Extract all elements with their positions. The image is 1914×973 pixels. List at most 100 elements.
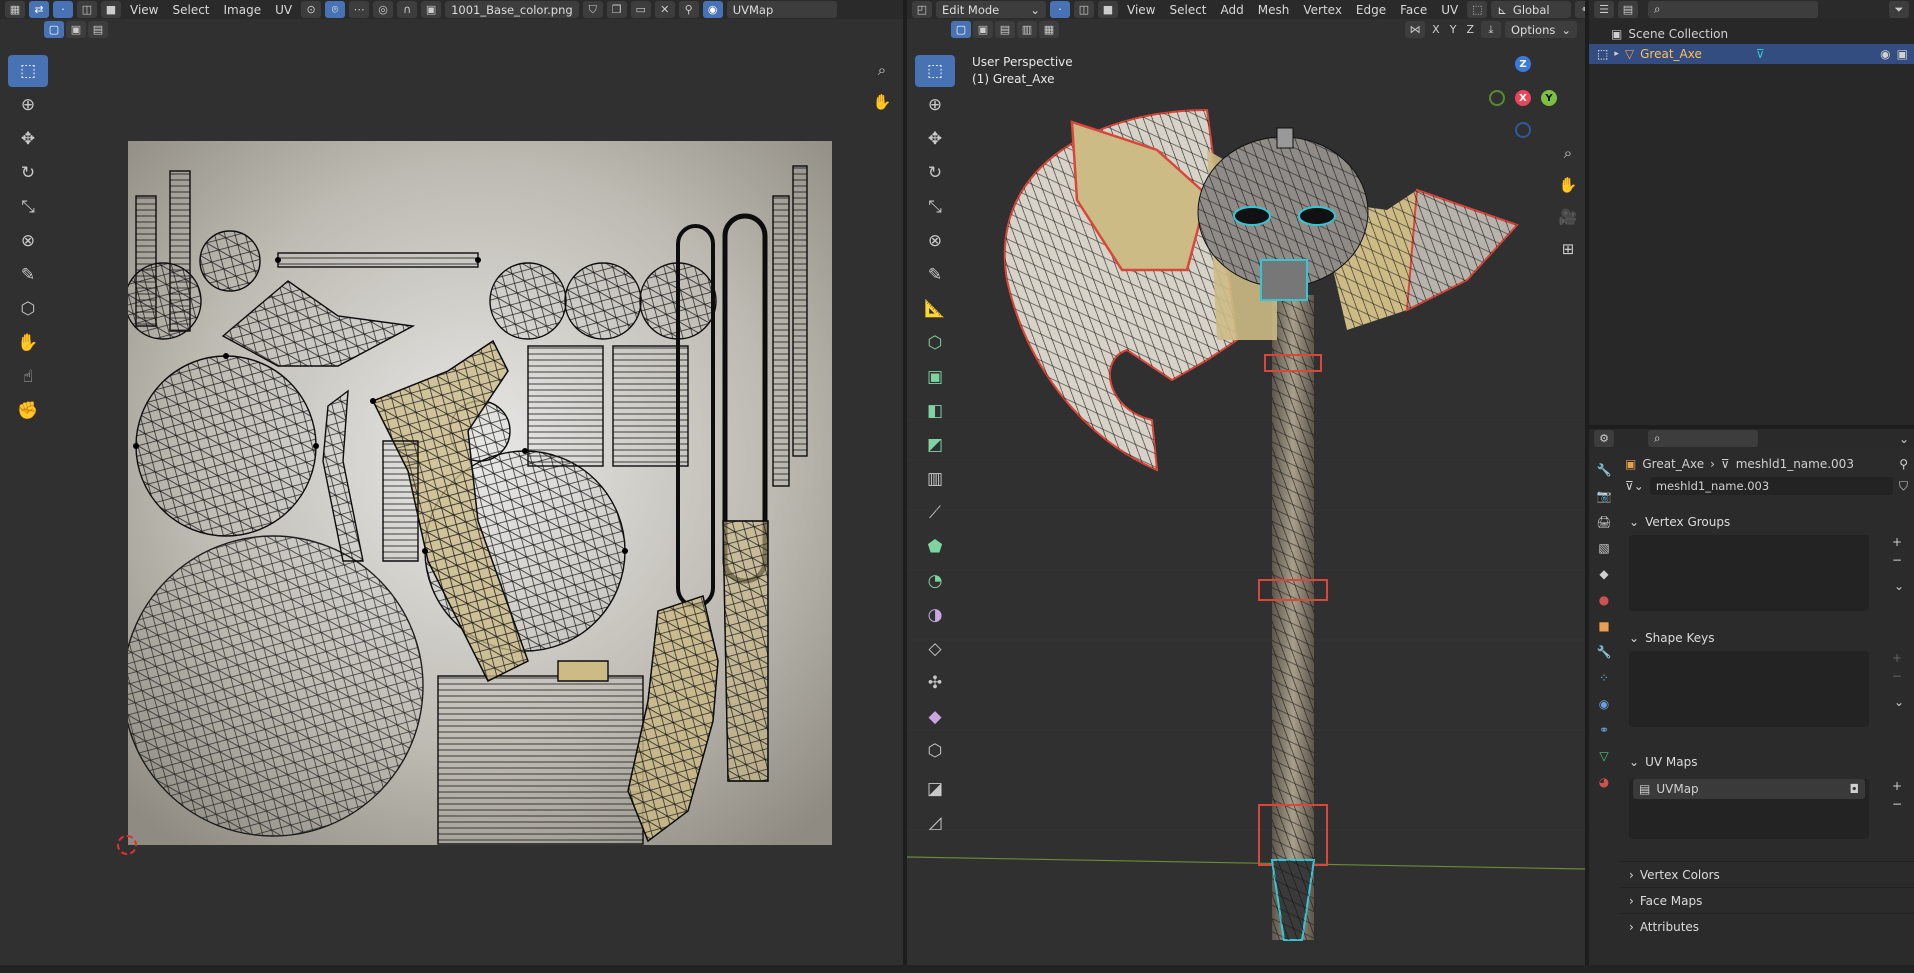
select-subtract-icon[interactable]: ▤: [995, 21, 1015, 38]
unlink-image-icon[interactable]: ✕: [654, 1, 675, 18]
add-icon[interactable]: +: [1892, 651, 1902, 665]
scale-tool[interactable]: ⤡: [8, 191, 48, 223]
render-tab-icon[interactable]: 📷: [1594, 486, 1614, 506]
edge-select-icon[interactable]: ◫: [1074, 1, 1094, 18]
vertex-select-icon[interactable]: ·: [53, 1, 73, 18]
vertex-select-icon[interactable]: ·: [1050, 1, 1070, 18]
uv-editor-area[interactable]: ▦ ⇄ · ◫ ■ View Select Image UV ⊙ ⌾ ⋯ ◎ ∩…: [0, 0, 903, 965]
uv-map-list-item[interactable]: ▤ UVMap ◘: [1633, 779, 1865, 799]
edge-select-icon[interactable]: ◫: [77, 1, 97, 18]
mesh-browse-icon[interactable]: ⊽⌄: [1625, 479, 1644, 493]
mesh-name-field[interactable]: meshld1_name.003: [1649, 477, 1893, 495]
shape-keys-panel-header[interactable]: ⌄ Shape Keys: [1619, 625, 1914, 651]
pin-icon[interactable]: ⚲: [678, 1, 699, 18]
uv-maps-list[interactable]: ▤ UVMap ◘: [1629, 779, 1869, 839]
remove-icon[interactable]: −: [1892, 797, 1902, 811]
scene-collection-row[interactable]: ▣ Scene Collection: [1589, 24, 1914, 44]
outliner-area[interactable]: ☰ ▤ ⌕ ⏷ ▣ Scene Collection ⬚ ▸ ▽ Great_A…: [1589, 0, 1914, 425]
menu-view[interactable]: View: [1122, 3, 1160, 17]
transform-tool[interactable]: ⊗: [8, 225, 48, 257]
select-extend-icon[interactable]: ▣: [973, 21, 993, 38]
snap-target-icon[interactable]: ⋯: [349, 1, 370, 18]
add-icon[interactable]: +: [1892, 779, 1902, 793]
editor-type-icon[interactable]: ▦: [5, 1, 25, 18]
mode-dropdown[interactable]: Edit Mode ⌄: [936, 1, 1046, 18]
properties-area[interactable]: ⚙ ⌕ ⌄ 🔧 📷 🖨 ▧ ◆ ● ■ 🔧 ⁘ ◉ ⚭ ▽ ◕ ▣ Great_…: [1589, 429, 1914, 965]
shape-keys-list[interactable]: [1629, 651, 1869, 727]
remove-icon[interactable]: −: [1892, 669, 1902, 683]
menu-vertex[interactable]: Vertex: [1298, 3, 1347, 17]
menu-uv[interactable]: UV: [1436, 3, 1463, 17]
editor-type-icon[interactable]: ◰: [912, 1, 932, 18]
snap-icon[interactable]: ⌾: [325, 1, 346, 18]
select-extend-icon[interactable]: ▣: [66, 21, 86, 38]
overlay-icon[interactable]: ◉: [702, 1, 723, 18]
mirror-icon[interactable]: ⋈: [1405, 21, 1426, 38]
drag-select-icon[interactable]: ⬚: [1467, 1, 1488, 18]
select-subtract-icon[interactable]: ▤: [88, 21, 108, 38]
select-new-icon[interactable]: ▢: [951, 21, 971, 38]
face-select-icon[interactable]: ■: [1098, 1, 1118, 18]
data-tab-icon[interactable]: ▽: [1594, 746, 1614, 766]
new-image-icon[interactable]: ❐: [606, 1, 627, 18]
chevron-down-icon[interactable]: ⌄: [1899, 432, 1909, 446]
snap-link-icon[interactable]: ⚭: [1575, 1, 1585, 18]
object-tab-icon[interactable]: ■: [1594, 616, 1614, 636]
vertex-groups-panel-header[interactable]: ⌄ Vertex Groups: [1619, 509, 1914, 535]
mirror-y-toggle[interactable]: Y: [1447, 23, 1460, 36]
remove-icon[interactable]: −: [1892, 553, 1902, 567]
open-image-icon[interactable]: ▭: [630, 1, 651, 18]
view-layer-tab-icon[interactable]: ▧: [1594, 538, 1614, 558]
fake-user-icon[interactable]: ⛉: [1899, 479, 1908, 494]
uv-map-field[interactable]: UVMap: [726, 1, 837, 18]
select-box-tool[interactable]: ⬚: [8, 55, 48, 87]
active-render-camera-icon[interactable]: ◘: [1850, 782, 1860, 796]
menu-select[interactable]: Select: [167, 3, 214, 17]
constraints-tab-icon[interactable]: ⚭: [1594, 720, 1614, 740]
pin-icon[interactable]: ⚲: [1899, 457, 1908, 471]
specials-menu-icon[interactable]: ⌄: [1894, 695, 1904, 709]
uv-canvas[interactable]: [128, 141, 832, 845]
orientation-dropdown[interactable]: ⊾ Global: [1491, 1, 1572, 18]
options-dropdown[interactable]: Options ⌄: [1504, 21, 1577, 38]
face-maps-panel-header[interactable]: › Face Maps: [1619, 887, 1914, 913]
relax-tool[interactable]: ☝: [8, 361, 48, 393]
sync-selection-icon[interactable]: ⇄: [29, 1, 49, 18]
pan-hand-icon[interactable]: ✋: [869, 89, 895, 115]
menu-select[interactable]: Select: [1164, 3, 1211, 17]
image-name-field[interactable]: 1001_Base_color.png: [445, 1, 579, 18]
vertex-groups-list[interactable]: [1629, 535, 1869, 611]
edit-mode-icon[interactable]: ⬚: [1597, 47, 1608, 61]
material-tab-icon[interactable]: ◕: [1594, 772, 1614, 792]
mirror-z-toggle[interactable]: Z: [1463, 23, 1477, 36]
editor-type-icon[interactable]: ⚙: [1594, 430, 1614, 447]
rip-tool[interactable]: ⬡: [8, 293, 48, 325]
attributes-panel-header[interactable]: › Attributes: [1619, 913, 1914, 939]
fake-user-icon[interactable]: ⛉: [582, 1, 603, 18]
physics-tab-icon[interactable]: ◉: [1594, 694, 1614, 714]
3d-scene[interactable]: [907, 40, 1585, 965]
pivot-icon[interactable]: ⊙: [301, 1, 322, 18]
filter-icon[interactable]: ⏷: [1889, 1, 1909, 18]
scene-tab-icon[interactable]: ◆: [1594, 564, 1614, 584]
menu-view[interactable]: View: [125, 3, 163, 17]
particles-tab-icon[interactable]: ⁘: [1594, 668, 1614, 688]
face-select-icon[interactable]: ■: [101, 1, 121, 18]
menu-uv[interactable]: UV: [270, 3, 297, 17]
proportional-icon[interactable]: ◎: [373, 1, 394, 18]
move-tool[interactable]: ✥: [8, 123, 48, 155]
uv-maps-panel-header[interactable]: ⌄ UV Maps: [1619, 749, 1914, 775]
mirror-x-toggle[interactable]: X: [1429, 23, 1443, 36]
grab-tool[interactable]: ✋: [8, 327, 48, 359]
3d-viewport-area[interactable]: ◰ Edit Mode ⌄ · ◫ ■ View Select Add Mesh …: [907, 0, 1585, 965]
render-camera-icon[interactable]: ▣: [1897, 47, 1908, 61]
tool-tab-icon[interactable]: 🔧: [1594, 460, 1614, 480]
image-browse-icon[interactable]: ▣: [421, 1, 442, 18]
vertex-colors-panel-header[interactable]: › Vertex Colors: [1619, 861, 1914, 887]
annotate-tool[interactable]: ✎: [8, 259, 48, 291]
falloff-icon[interactable]: ∩: [397, 1, 418, 18]
add-icon[interactable]: +: [1892, 535, 1902, 549]
menu-add[interactable]: Add: [1216, 3, 1249, 17]
world-tab-icon[interactable]: ●: [1594, 590, 1614, 610]
properties-search-field[interactable]: ⌕: [1648, 430, 1758, 447]
